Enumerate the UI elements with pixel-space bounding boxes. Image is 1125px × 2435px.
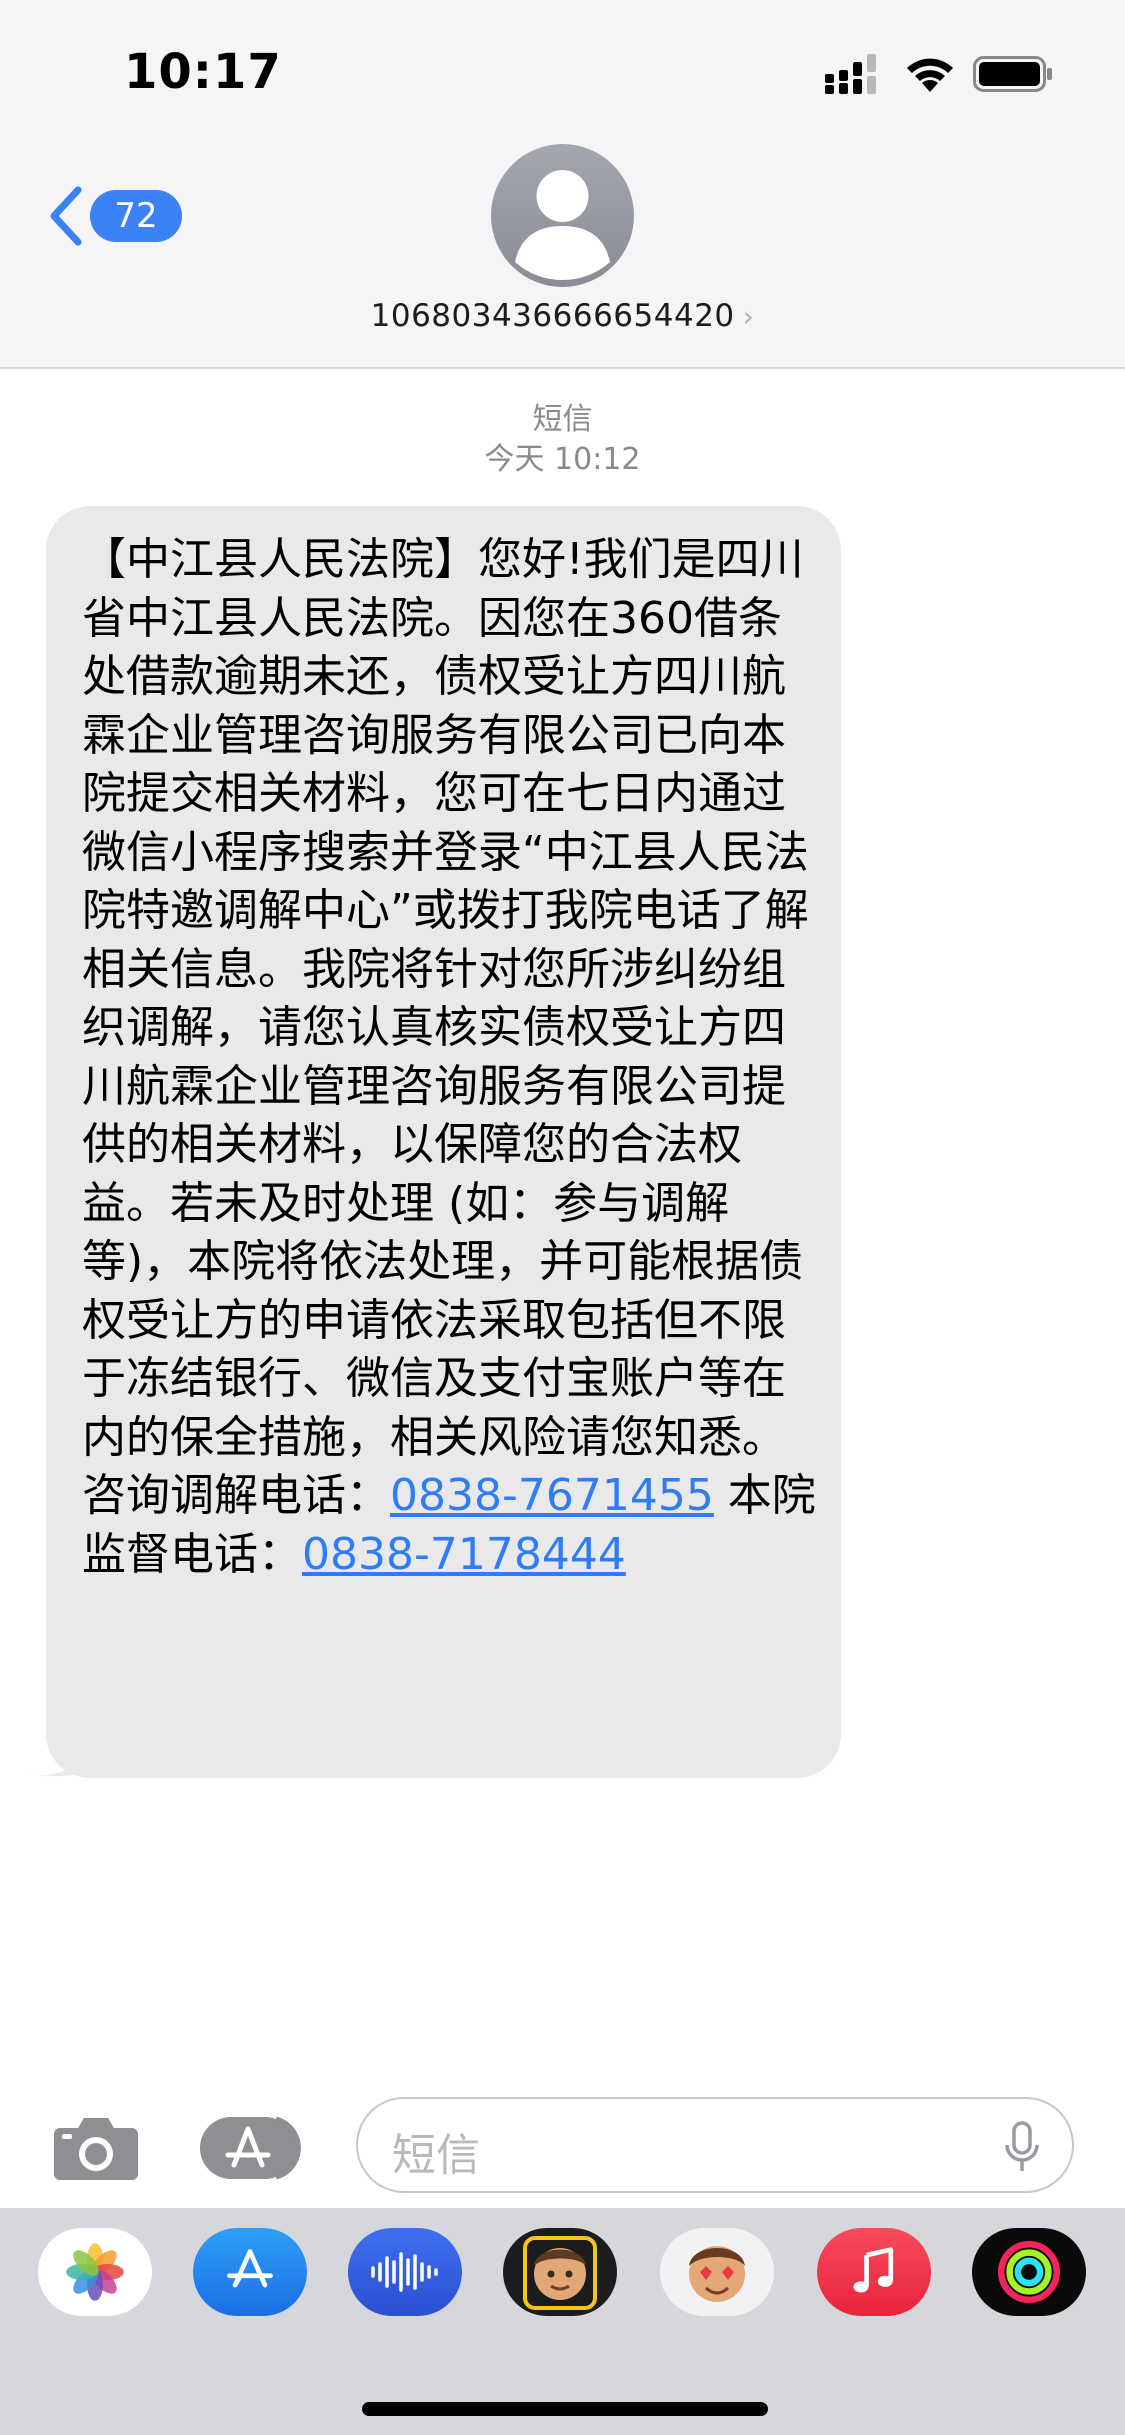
person-icon xyxy=(515,170,610,281)
contact-name-button[interactable]: 106803436666654420 › xyxy=(0,298,1125,334)
wifi-icon xyxy=(907,58,953,92)
message-meta: 短信 今天 10:12 xyxy=(0,400,1125,480)
contact-number: 106803436666654420 xyxy=(370,298,735,334)
message-bubble[interactable]: 【中江县人民法院】您好!我们是四川省中江县人民法院。因您在360借条处借款逾期未… xyxy=(46,506,841,1778)
contact-avatar[interactable] xyxy=(491,144,634,287)
music-icon[interactable] xyxy=(817,2228,931,2316)
message-body: 【中江县人民法院】您好!我们是四川省中江县人民法院。因您在360借条处借款逾期未… xyxy=(82,531,822,1584)
fitness-icon[interactable] xyxy=(972,2228,1086,2316)
animoji-icon[interactable] xyxy=(660,2228,774,2316)
home-indicator[interactable] xyxy=(362,2402,768,2416)
photos-icon[interactable] xyxy=(38,2228,152,2316)
status-time: 10:17 xyxy=(124,44,282,100)
chevron-left-icon xyxy=(50,186,82,246)
cellular-signal-icon xyxy=(825,54,876,94)
phone-link-supervise[interactable]: 0838-7178444 xyxy=(302,1529,626,1580)
imessage-app-drawer xyxy=(0,2208,1125,2435)
back-button[interactable]: 72 xyxy=(44,180,182,260)
conversation-header: 10:17 72 106803436666654420 › xyxy=(0,0,1125,369)
camera-icon[interactable] xyxy=(52,2112,140,2182)
microphone-icon[interactable] xyxy=(1004,2121,1040,2173)
message-input[interactable]: 短信 xyxy=(356,2097,1074,2193)
message-text: 【中江县人民法院】您好!我们是四川省中江县人民法院。因您在360借条处借款逾期未… xyxy=(82,534,809,1521)
app-store-button-icon[interactable] xyxy=(200,2113,310,2183)
chevron-right-icon: › xyxy=(742,300,755,333)
phone-link-consult[interactable]: 0838-7671455 xyxy=(390,1470,714,1521)
memoji-icon[interactable] xyxy=(503,2228,617,2316)
app-store-icon[interactable] xyxy=(193,2228,307,2316)
battery-icon xyxy=(973,56,1052,92)
message-input-placeholder: 短信 xyxy=(392,2130,480,2181)
message-timestamp: 今天 10:12 xyxy=(484,442,641,477)
service-label: 短信 xyxy=(532,402,593,437)
audio-icon[interactable] xyxy=(348,2228,462,2316)
unread-count-badge: 72 xyxy=(90,190,182,242)
